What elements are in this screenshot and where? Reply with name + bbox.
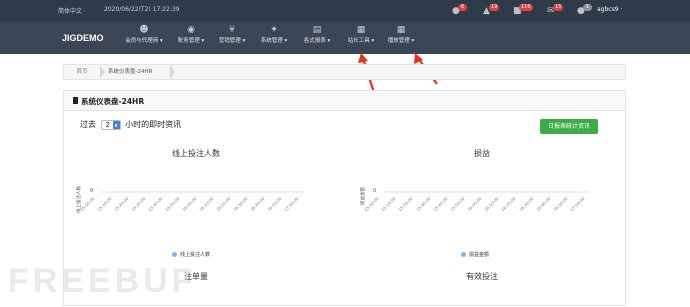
members-icon: ☻ xyxy=(139,25,149,35)
notification-cart[interactable]: ■ 116 xyxy=(511,4,535,18)
language-selector[interactable]: 简体中文 · xyxy=(58,6,86,15)
nav-item-marketing[interactable]: ¥ 营销管理 ▾ xyxy=(216,24,248,52)
notification-users[interactable]: ● 8 xyxy=(450,4,474,18)
yen-icon: ¥ xyxy=(229,25,235,35)
legend-label: 线上投注人数 xyxy=(180,252,211,258)
notification-person[interactable]: ● 1 xyxy=(575,4,599,18)
wrench-icon: ✦ xyxy=(270,25,278,35)
top-bar: 简体中文 · 2020/06/22(T2) 17:22:39 ● 8 ▲ 19 … xyxy=(0,0,690,22)
notification-mail[interactable]: ✉ 15 xyxy=(545,4,569,18)
notification-badge: 15 xyxy=(553,4,564,11)
breadcrumb-separator xyxy=(100,65,105,79)
server-time: 2020/06/22(T2) 17:22:39 xyxy=(104,6,180,13)
user-menu[interactable]: agbcs9 · xyxy=(597,6,622,13)
nav-item-reports[interactable]: ▤ 各式报表 ▾ xyxy=(300,24,334,52)
legend-swatch xyxy=(172,252,177,257)
chart-legend[interactable]: 损益金额 xyxy=(461,251,489,258)
nav-item-label: 会员与代理商 ▾ xyxy=(125,38,163,44)
piggy-bank-icon: ◉ xyxy=(187,25,195,35)
nav-item-playback[interactable]: ▦ 播放管理 ▾ xyxy=(384,24,418,52)
legend-label: 损益金额 xyxy=(469,252,490,258)
nav-item-system[interactable]: ✦ 系统管理 ▾ xyxy=(258,24,290,52)
nav-item-label: 各式报表 ▾ xyxy=(303,38,331,44)
breadcrumb-current: 系统仪表盘-24HR xyxy=(108,69,153,75)
watermark: FREEBUF xyxy=(8,262,197,300)
breadcrumb: 首页 系统仪表盘-24HR xyxy=(63,64,626,80)
chart-legend[interactable]: 线上投注人数 xyxy=(172,251,210,258)
chart-title: 有效投注 xyxy=(466,272,498,281)
nav-item-label: 系统管理 ▾ xyxy=(260,38,288,44)
nav-item-label: 账务管理 ▾ xyxy=(177,38,205,44)
grid-icon: ▦ xyxy=(396,25,406,35)
main-nav: JIGDEMO ☻ 会员与代理商 ▾ ◉ 账务管理 ▾ ¥ 营销管理 ▾ ✦ 系… xyxy=(0,22,690,54)
breadcrumb-separator xyxy=(170,65,175,79)
notification-badge: 116 xyxy=(519,4,533,11)
nav-item-webmaster-tools[interactable]: ▦ 站长工具 ▾ xyxy=(344,24,378,52)
nav-item-accounts[interactable]: ◉ 账务管理 ▾ xyxy=(175,24,207,52)
notification-badge: 1 xyxy=(583,4,592,11)
legend-swatch xyxy=(461,252,466,257)
grid-icon: ▦ xyxy=(356,25,366,35)
nav-item-label: 营销管理 ▾ xyxy=(218,38,246,44)
breadcrumb-home[interactable]: 首页 xyxy=(64,65,100,79)
nav-item-members[interactable]: ☻ 会员与代理商 ▾ xyxy=(120,24,168,52)
report-icon: ▤ xyxy=(312,25,322,35)
notification-badge: 8 xyxy=(458,4,467,11)
notification-badge: 19 xyxy=(489,4,500,11)
nav-item-label: 播放管理 ▾ xyxy=(387,38,415,44)
nav-item-label: 站长工具 ▾ xyxy=(347,38,375,44)
brand-logo[interactable]: JIGDEMO xyxy=(62,33,104,43)
notification-gifts[interactable]: ▲ 19 xyxy=(481,4,505,18)
